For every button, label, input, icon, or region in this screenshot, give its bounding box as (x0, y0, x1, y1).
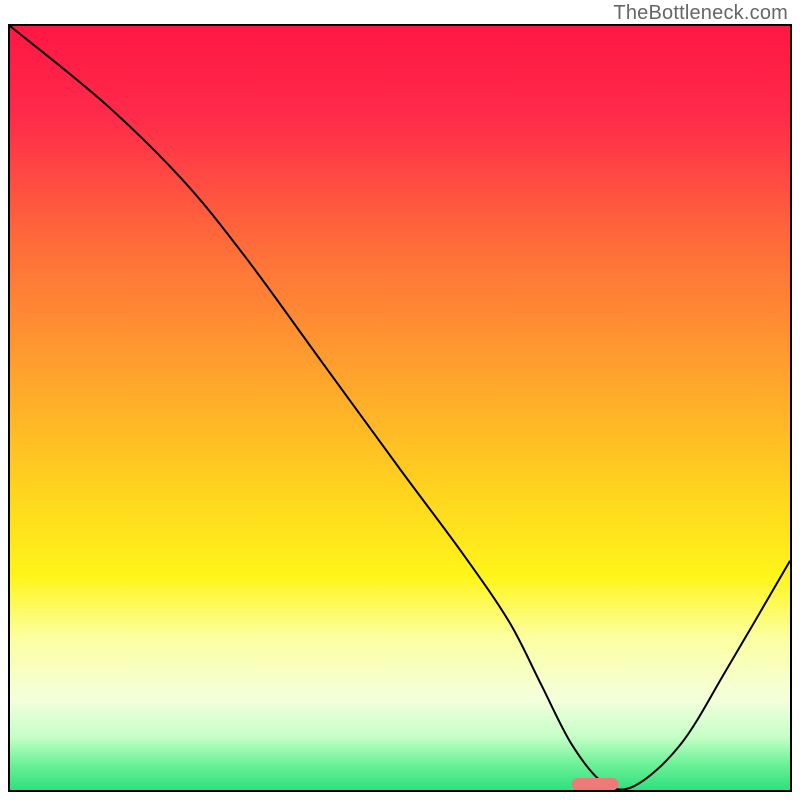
chart-plot-area (8, 24, 792, 792)
watermark-text: TheBottleneck.com (613, 2, 788, 25)
optimal-marker (572, 778, 619, 790)
chart-background-gradient (10, 26, 790, 790)
